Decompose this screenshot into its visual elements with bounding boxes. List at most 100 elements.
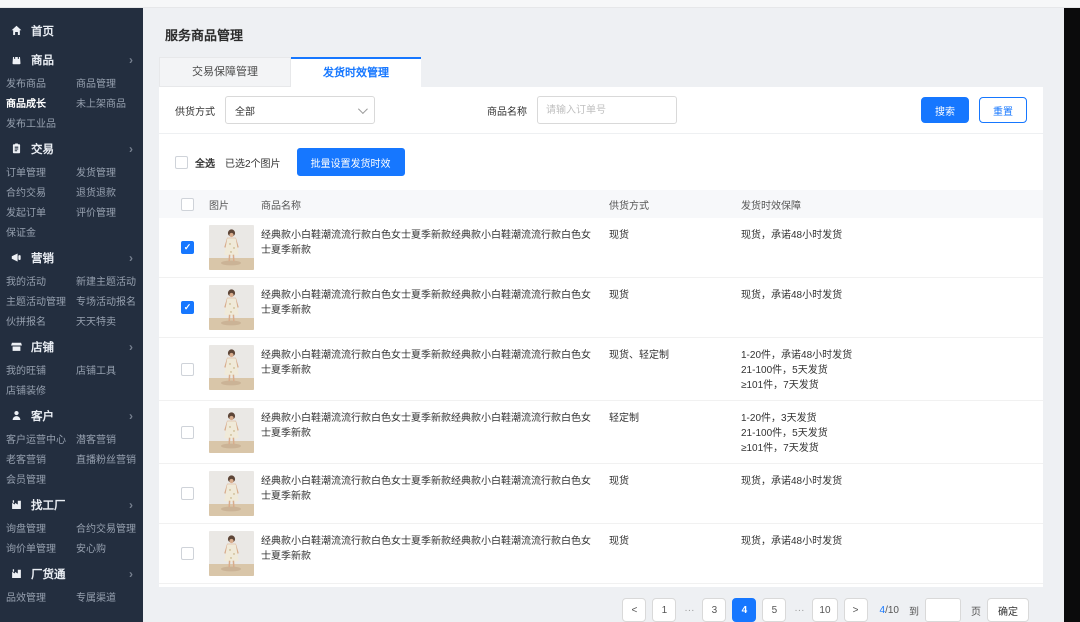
sidebar-item[interactable]: 评价管理 bbox=[76, 204, 116, 219]
sidebar-item[interactable]: 专属渠道 bbox=[76, 589, 116, 604]
page-button-4[interactable]: 4 bbox=[732, 598, 756, 622]
supply-method: 现货 bbox=[609, 471, 741, 489]
tab-trade-guarantee[interactable]: 交易保障管理 bbox=[159, 57, 291, 87]
sidebar-item[interactable]: 发布商品 bbox=[6, 75, 76, 90]
row-checkbox[interactable] bbox=[181, 241, 194, 254]
sidebar-item[interactable]: 商品成长 bbox=[6, 95, 76, 110]
sidebar-link-row: 伙拼报名天天特卖 bbox=[0, 310, 143, 330]
sidebar-item[interactable]: 店铺装修 bbox=[6, 382, 76, 397]
sidebar-item[interactable]: 直播粉丝营销 bbox=[76, 451, 136, 466]
next-page-button[interactable]: > bbox=[844, 598, 868, 622]
batch-set-delivery-button[interactable]: 批量设置发货时效 bbox=[297, 148, 405, 176]
sidebar-item[interactable]: 店铺工具 bbox=[76, 362, 116, 377]
sidebar-link-row: 发布商品商品管理 bbox=[0, 72, 143, 92]
row-checkbox[interactable] bbox=[181, 363, 194, 376]
row-checkbox-cell bbox=[159, 301, 209, 314]
sidebar-link-row: 会员管理 bbox=[0, 468, 143, 488]
table-row: 经典款小白鞋潮流流行款白色女士夏季新款经典款小白鞋潮流流行款白色女士夏季新款现货… bbox=[159, 524, 1043, 584]
sidebar-item[interactable]: 保证金 bbox=[6, 224, 76, 239]
search-button[interactable]: 搜索 bbox=[921, 97, 969, 123]
row-image-cell bbox=[209, 408, 261, 453]
sidebar-section-header-customer[interactable]: 客户› bbox=[0, 403, 143, 428]
content-panel: 供货方式 全部 商品名称 搜索 重置 全选 已选2个图片 批量设置发货时效 bbox=[159, 87, 1043, 587]
sidebar-item[interactable]: 退货退款 bbox=[76, 184, 116, 199]
delivery-line: 1-20件，3天发货 bbox=[741, 411, 1027, 426]
sidebar-item[interactable]: 未上架商品 bbox=[76, 95, 126, 110]
sidebar-section-header-marketing[interactable]: 营销› bbox=[0, 245, 143, 270]
prev-page-button[interactable]: < bbox=[622, 598, 646, 622]
sidebar-section-header-product[interactable]: 商品› bbox=[0, 47, 143, 72]
sidebar-item[interactable]: 发布工业品 bbox=[6, 115, 76, 130]
table-row: 经典款小白鞋潮流流行款白色女士夏季新款经典款小白鞋潮流流行款白色女士夏季新款轻定… bbox=[159, 401, 1043, 464]
sidebar-link-row: 发布工业品 bbox=[0, 112, 143, 132]
row-checkbox-cell bbox=[159, 363, 209, 376]
sidebar-item[interactable]: 订单管理 bbox=[6, 164, 76, 179]
sidebar-item[interactable]: 主题活动管理 bbox=[6, 293, 76, 308]
sidebar-item[interactable]: 客户运营中心 bbox=[6, 431, 76, 446]
row-checkbox-cell bbox=[159, 426, 209, 439]
header-select-checkbox[interactable] bbox=[181, 198, 194, 211]
page-unit-label: 页 bbox=[971, 603, 981, 618]
page-button-3[interactable]: 3 bbox=[702, 598, 726, 622]
sidebar-item[interactable]: 询价单管理 bbox=[6, 540, 76, 555]
confirm-button[interactable]: 确定 bbox=[987, 598, 1029, 622]
tab-delivery-time[interactable]: 发货时效管理 bbox=[291, 57, 421, 87]
page-button-10[interactable]: 10 bbox=[812, 598, 837, 622]
sidebar-section-header-trade[interactable]: 交易› bbox=[0, 136, 143, 161]
sidebar-item[interactable]: 伙拼报名 bbox=[6, 313, 76, 328]
sidebar-link-row: 店铺装修 bbox=[0, 379, 143, 399]
row-checkbox[interactable] bbox=[181, 301, 194, 314]
row-checkbox[interactable] bbox=[181, 487, 194, 500]
supply-method-value: 全部 bbox=[235, 103, 255, 118]
sidebar-item[interactable]: 合约交易管理 bbox=[76, 520, 136, 535]
supply-method: 现货 bbox=[609, 531, 741, 549]
select-all-checkbox[interactable] bbox=[175, 156, 188, 169]
page-button-1[interactable]: 1 bbox=[652, 598, 676, 622]
jump-page-input[interactable] bbox=[925, 598, 961, 622]
product-name-input[interactable] bbox=[537, 96, 677, 124]
supply-method-select[interactable]: 全部 bbox=[225, 96, 375, 124]
factory-icon bbox=[10, 498, 23, 511]
sidebar-link-row: 保证金 bbox=[0, 221, 143, 241]
page-indicator: 4/10 bbox=[880, 605, 899, 616]
table-row: 经典款小白鞋潮流流行款白色女士夏季新款经典款小白鞋潮流流行款白色女士夏季新款现货… bbox=[159, 218, 1043, 278]
sidebar-item[interactable]: 专场活动报名 bbox=[76, 293, 136, 308]
sidebar-section-label: 营销 bbox=[31, 250, 54, 266]
sidebar-item[interactable]: 询盘管理 bbox=[6, 520, 76, 535]
sidebar-item[interactable]: 新建主题活动 bbox=[76, 273, 136, 288]
filter-actions: 搜索 重置 bbox=[921, 97, 1027, 123]
sidebar-section-header-channel[interactable]: 厂货通› bbox=[0, 561, 143, 586]
table-header: 图片 商品名称 供货方式 发货时效保障 bbox=[159, 190, 1043, 218]
screen: 首页商品›发布商品商品管理商品成长未上架商品发布工业品交易›订单管理发货管理合约… bbox=[0, 0, 1080, 622]
sidebar-link-row: 品效管理专属渠道 bbox=[0, 586, 143, 606]
row-checkbox[interactable] bbox=[181, 426, 194, 439]
sidebar-item[interactable]: 我的旺铺 bbox=[6, 362, 76, 377]
reset-button[interactable]: 重置 bbox=[979, 97, 1027, 123]
sidebar-item[interactable]: 天天特卖 bbox=[76, 313, 116, 328]
row-checkbox[interactable] bbox=[181, 547, 194, 560]
sidebar-item[interactable]: 老客营销 bbox=[6, 451, 76, 466]
delivery-line: 现货，承诺48小时发货 bbox=[741, 534, 1027, 549]
sidebar-item[interactable]: 潜客营销 bbox=[76, 431, 116, 446]
sidebar-section-header-find-factory[interactable]: 找工厂› bbox=[0, 492, 143, 517]
sidebar-section-header-home[interactable]: 首页 bbox=[0, 18, 143, 43]
sidebar-item[interactable]: 合约交易 bbox=[6, 184, 76, 199]
table-row: 经典款小白鞋潮流流行款白色女士夏季新款经典款小白鞋潮流流行款白色女士夏季新款现货… bbox=[159, 464, 1043, 524]
sidebar-item[interactable]: 品效管理 bbox=[6, 589, 76, 604]
home-icon bbox=[10, 24, 23, 37]
page-button-5[interactable]: 5 bbox=[762, 598, 786, 622]
sidebar-item[interactable]: 我的活动 bbox=[6, 273, 76, 288]
sidebar-item[interactable]: 商品管理 bbox=[76, 75, 116, 90]
row-checkbox-cell bbox=[159, 547, 209, 560]
person-icon bbox=[10, 409, 23, 422]
sidebar-section-header-shop[interactable]: 店铺› bbox=[0, 334, 143, 359]
product-photo bbox=[209, 285, 254, 330]
sidebar-section-trade: 交易› 订单管理发货管理合约交易退货退款发起订单评价管理保证金 bbox=[0, 136, 143, 241]
sidebar-item[interactable]: 安心购 bbox=[76, 540, 106, 555]
sidebar-item[interactable]: 会员管理 bbox=[6, 471, 76, 486]
sidebar-item[interactable]: 发货管理 bbox=[76, 164, 116, 179]
pagination: <1···345···10>4/10到页确定 bbox=[159, 584, 1043, 622]
delivery-line: ≥101件，7天发货 bbox=[741, 441, 1027, 456]
sidebar-link-row: 商品成长未上架商品 bbox=[0, 92, 143, 112]
sidebar-item[interactable]: 发起订单 bbox=[6, 204, 76, 219]
